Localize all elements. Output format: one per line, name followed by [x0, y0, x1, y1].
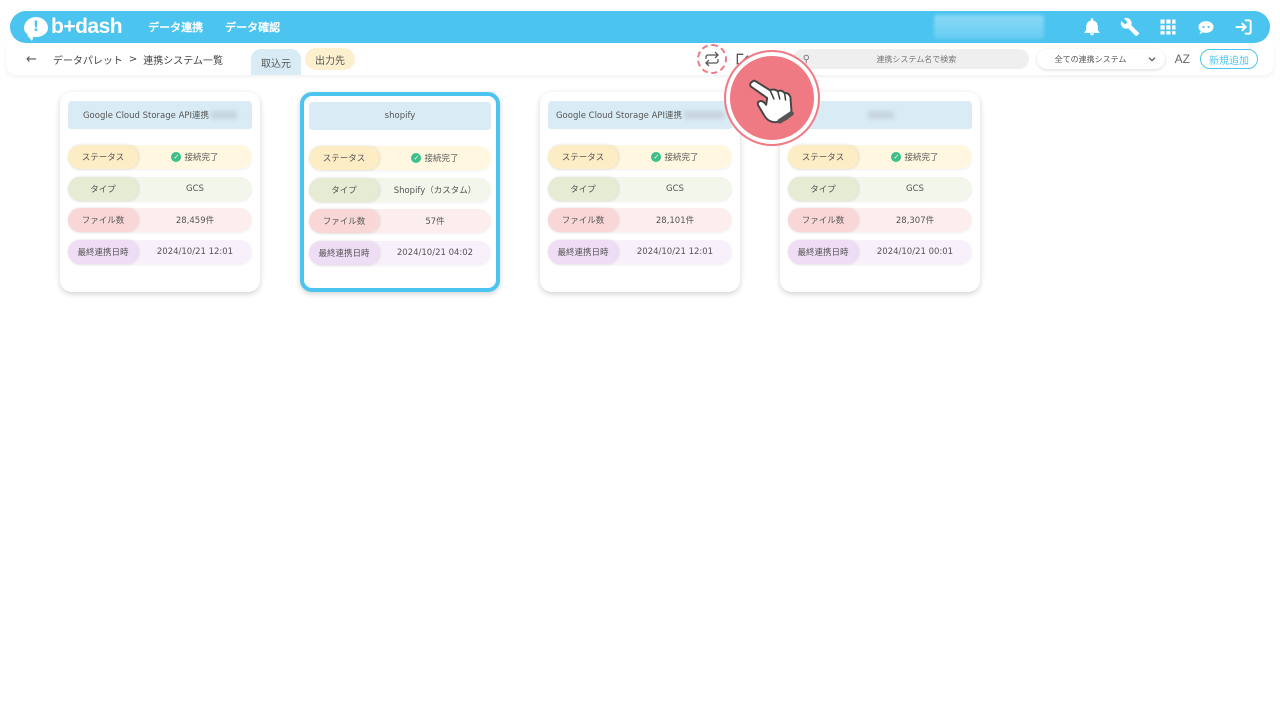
logout-icon[interactable] — [1232, 15, 1256, 39]
chevron-down-icon — [1148, 57, 1156, 62]
status-row: ステータス ✓ 接続完了 — [788, 145, 972, 169]
breadcrumb-system-list: 連携システム一覧 — [143, 55, 223, 67]
sync-arrows-icon — [704, 51, 719, 67]
breadcrumb-separator: > — [128, 53, 138, 65]
logo-bubble-icon: ! — [24, 17, 48, 41]
breadcrumb-data-palette[interactable]: データパレット — [53, 52, 123, 67]
file-count-row: ファイル数 57件 — [309, 209, 491, 233]
pointing-hand-icon — [749, 79, 794, 124]
check-circle-icon: ✓ — [411, 153, 422, 163]
back-arrow-icon[interactable]: ← — [26, 52, 37, 67]
chat-bot-icon[interactable] — [1194, 15, 1218, 39]
type-row: タイプ GCS — [548, 176, 732, 201]
type-row: タイプ GCS — [788, 176, 972, 201]
system-filter-value: 全ての連携システム — [1054, 54, 1127, 64]
integration-card-1[interactable]: Google Cloud Storage API連携 ステータス ✓ 接続完了 タイ… — [60, 92, 260, 292]
sort-az-button[interactable]: AZ — [1175, 52, 1190, 66]
type-row: タイプ GCS — [68, 176, 252, 201]
integration-card-3[interactable]: Google Cloud Storage API連携 ステータス ✓ 接続完了 タイ… — [540, 92, 740, 292]
bell-icon[interactable] — [1080, 15, 1104, 39]
top-navigation-bar: ! b+dash データ連携 データ確認 — [10, 11, 1270, 43]
search-icon: ⚲ — [802, 53, 810, 65]
file-count-row: ファイル数 28,459件 — [68, 208, 252, 232]
check-circle-icon: ✓ — [171, 152, 182, 162]
system-filter-select[interactable]: 全ての連携システム — [1036, 49, 1165, 69]
status-row: ステータス ✓ 接続完了 — [68, 145, 252, 169]
user-info-blurred[interactable] — [934, 15, 1044, 39]
tab-import-source[interactable]: 取込元 — [251, 49, 301, 75]
card-title: Google Cloud Storage API連携 — [68, 101, 252, 131]
card-title: Google Cloud Storage API連携 — [548, 101, 732, 131]
wrench-icon[interactable] — [1118, 15, 1142, 39]
check-circle-icon: ✓ — [651, 152, 662, 162]
logo-text: b+dash — [51, 15, 123, 38]
blurred-text — [868, 111, 894, 119]
last-sync-row: 最終連携日時 2024/10/21 04:02 — [309, 240, 491, 265]
apps-grid-icon[interactable] — [1156, 15, 1180, 39]
card-title: shopify — [309, 102, 491, 132]
search-input[interactable] — [813, 54, 1019, 64]
last-sync-row: 最終連携日時 2024/10/21 12:01 — [68, 239, 252, 264]
nav-data-check[interactable]: データ確認 — [225, 19, 280, 35]
tutorial-pointer-hand-icon — [726, 52, 818, 144]
breadcrumb: データパレット > 連携システム一覧 — [53, 52, 229, 67]
check-circle-icon: ✓ — [891, 152, 902, 162]
status-row: ステータス ✓ 接続完了 — [309, 146, 491, 170]
sync-toggle-button[interactable] — [696, 44, 727, 74]
toolbar: ← データパレット > 連携システム一覧 取込元 出力先 ⚲ 全ての連携システム… — [6, 43, 1274, 75]
blurred-text — [211, 111, 238, 119]
file-count-row: ファイル数 28,101件 — [548, 208, 732, 232]
status-row: ステータス ✓ 接続完了 — [548, 145, 732, 169]
blurred-text — [684, 111, 725, 119]
logo[interactable]: ! b+dash — [24, 15, 123, 41]
integration-card-2[interactable]: shopify ステータス ✓ 接続完了 タイプ Shopify（カスタム） ファイル… — [300, 92, 500, 292]
add-new-button[interactable]: 新規追加 — [1200, 49, 1258, 69]
last-sync-row: 最終連携日時 2024/10/21 12:01 — [548, 239, 732, 264]
nav-data-integration[interactable]: データ連携 — [148, 19, 203, 35]
search-box: ⚲ — [792, 49, 1029, 69]
tab-output-destination[interactable]: 出力先 — [305, 48, 355, 70]
last-sync-row: 最終連携日時 2024/10/21 00:01 — [788, 239, 972, 264]
type-row: タイプ Shopify（カスタム） — [309, 177, 491, 202]
file-count-row: ファイル数 28,307件 — [788, 208, 972, 232]
